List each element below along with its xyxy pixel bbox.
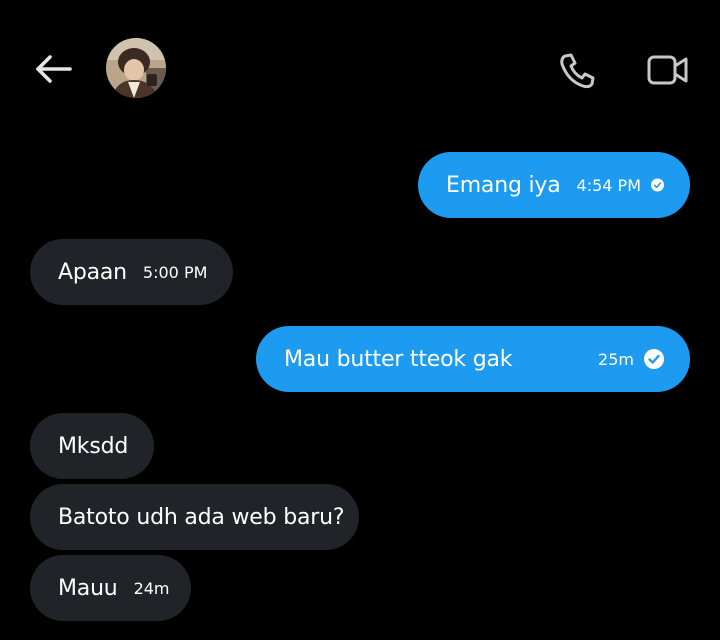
message-text: Mau butter tteok gak: [284, 346, 513, 372]
message-bubble-incoming[interactable]: Mauu 24m: [30, 555, 191, 621]
message-time: 4:54 PM: [576, 175, 641, 195]
message-text: Apaan: [58, 259, 127, 285]
video-camera-icon: [647, 55, 688, 85]
back-button[interactable]: [32, 50, 76, 90]
message-time: 24m: [133, 578, 170, 598]
message-text: Mksdd: [58, 433, 129, 459]
message-time: 5:00 PM: [142, 262, 208, 282]
phone-icon: [560, 53, 595, 89]
avatar-image: [106, 38, 166, 98]
message-bubble-incoming[interactable]: Batoto udh ada web baru?: [30, 484, 359, 550]
read-check-icon: [651, 178, 664, 192]
message-text: Mauu: [58, 575, 118, 601]
message-bubble-outgoing[interactable]: Mau butter tteok gak 25m: [256, 326, 690, 392]
message-text: Batoto udh ada web baru?: [58, 504, 345, 530]
message-bubble-incoming[interactable]: Apaan 5:00 PM: [30, 239, 233, 305]
video-call-button[interactable]: [644, 50, 692, 90]
arrow-left-icon: [36, 55, 72, 83]
chat-header: [0, 0, 720, 140]
message-bubble-incoming[interactable]: Mksdd: [30, 413, 154, 479]
contact-avatar[interactable]: [106, 38, 166, 98]
message-bubble-outgoing[interactable]: Emang iya 4:54 PM: [418, 152, 690, 218]
message-time: 25m: [598, 349, 634, 369]
message-text: Emang iya: [446, 172, 561, 198]
call-button[interactable]: [556, 50, 600, 90]
read-check-icon: [644, 349, 664, 369]
